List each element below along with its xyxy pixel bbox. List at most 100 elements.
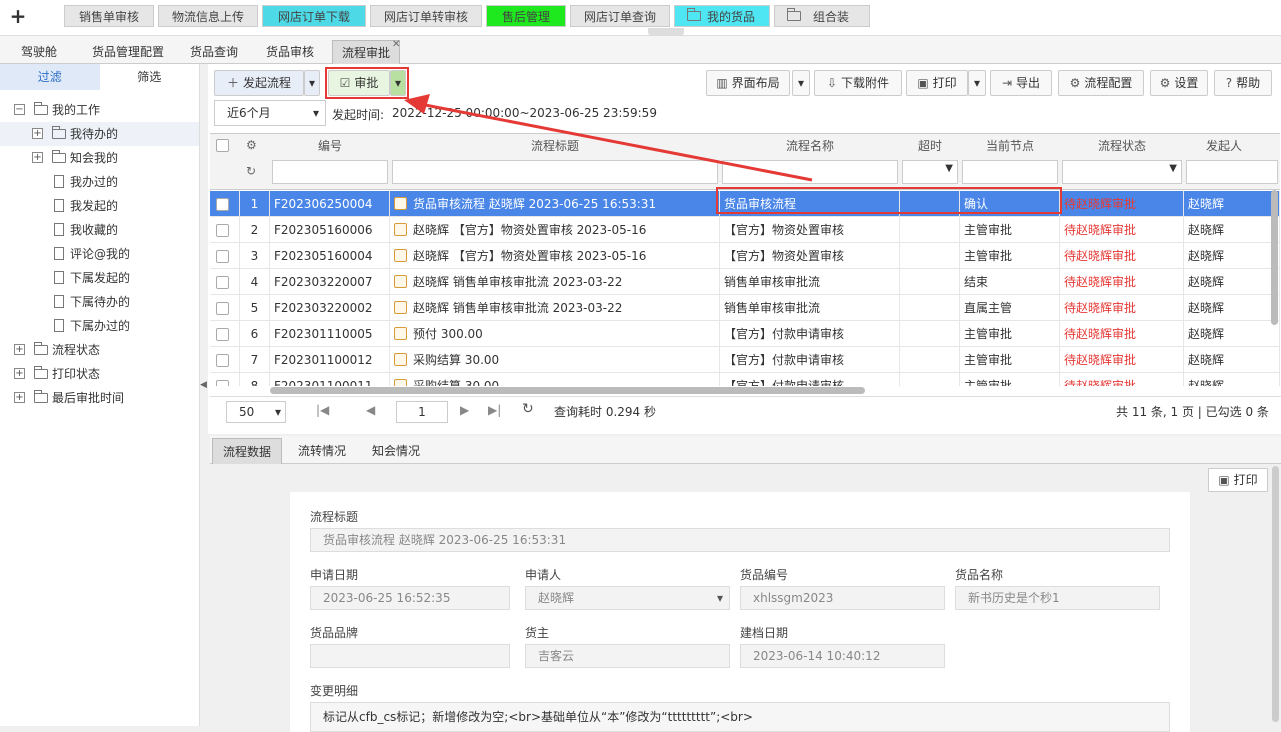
header-status[interactable]: 流程状态 (1060, 134, 1184, 158)
filter-status[interactable]: ▼ (1062, 160, 1182, 184)
expand-icon[interactable]: + (32, 128, 43, 139)
sidebar-tab-filter[interactable]: 过滤 (0, 64, 100, 90)
help-button[interactable]: ? 帮助 (1214, 70, 1272, 96)
header-initiator[interactable]: 发起人 (1184, 134, 1264, 158)
tree-item[interactable]: + 知会我的 (0, 146, 199, 170)
collapse-handle[interactable] (648, 28, 684, 36)
start-flow-dropdown[interactable]: ▾ (304, 70, 320, 96)
gear-icon[interactable]: ⚙ (246, 138, 257, 152)
tree-item[interactable]: 下属发起的 (0, 266, 199, 290)
filter-timeout[interactable]: ▼ (902, 160, 958, 184)
tab-notify[interactable]: 知会情况 (362, 438, 430, 464)
export-button[interactable]: ⇥ 导出 (990, 70, 1052, 96)
top-tab-store-review[interactable]: 网店订单转审核 (370, 5, 482, 27)
row-checkbox[interactable] (216, 250, 229, 263)
cell-title[interactable]: 采购结算 30.00 (413, 379, 499, 386)
tree-item[interactable]: 下属办过的 (0, 314, 199, 338)
horizontal-scrollbar[interactable] (270, 387, 865, 394)
tree-item[interactable]: 我办过的 (0, 170, 199, 194)
table-row[interactable]: 7 F202301100012 采购结算 30.00 【官方】付款申请审核 主管审批 待赵… (210, 347, 1280, 373)
tree-item[interactable]: + 流程状态 (0, 338, 199, 362)
cell-title[interactable]: 赵晓辉 【官方】物资处置审核 2023-05-16 (413, 223, 646, 237)
expand-icon[interactable]: + (14, 392, 25, 403)
tree-item[interactable]: 下属待办的 (0, 290, 199, 314)
tab-flow-transfer[interactable]: 流转情况 (288, 438, 356, 464)
flow-config-button[interactable]: ⚙ 流程配置 (1058, 70, 1144, 96)
top-tab-store-query[interactable]: 网店订单查询 (570, 5, 670, 27)
layout-dropdown[interactable]: ▾ (792, 70, 810, 96)
tree-item[interactable]: + 最后审批时间 (0, 386, 199, 410)
header-node[interactable]: 当前节点 (960, 134, 1060, 158)
form-print-button[interactable]: ▣ 打印 (1208, 468, 1268, 492)
cell-title[interactable]: 赵晓辉 【官方】物资处置审核 2023-05-16 (413, 249, 646, 263)
period-select[interactable]: 近6个月 ▾ (214, 100, 326, 126)
select-all-checkbox[interactable] (216, 139, 229, 152)
sidebar-tab-screen[interactable]: 筛选 (100, 64, 200, 90)
tree-item[interactable]: 我发起的 (0, 194, 199, 218)
row-checkbox[interactable] (216, 198, 229, 211)
tab-flow-approval[interactable]: 流程审批 (332, 40, 400, 64)
print-dropdown[interactable]: ▾ (968, 70, 986, 96)
settings-button[interactable]: ⚙ 设置 (1150, 70, 1208, 96)
filter-node[interactable] (962, 160, 1058, 184)
applicant-select[interactable]: 赵晓辉 ▾ (525, 586, 730, 610)
cell-title[interactable]: 货品审核流程 赵晓辉 2023-06-25 16:53:31 (413, 197, 656, 211)
next-page-icon[interactable]: ▶ (460, 403, 469, 417)
tab-goods-review[interactable]: 货品审核 (256, 40, 324, 64)
sidebar-collapse-icon[interactable]: ◀ (200, 380, 208, 410)
header-flow-name[interactable]: 流程名称 (720, 134, 900, 158)
collapse-icon[interactable]: − (14, 104, 25, 115)
header-timeout[interactable]: 超时 (900, 134, 960, 158)
expand-icon[interactable]: + (32, 152, 43, 163)
download-button[interactable]: ⇩ 下载附件 (814, 70, 902, 96)
close-tab-icon[interactable]: ✕ (392, 39, 400, 50)
row-checkbox[interactable] (216, 328, 229, 341)
created-field[interactable]: 2023-06-14 10:40:12 (740, 644, 945, 668)
start-flow-button[interactable]: ＋ 发起流程 (214, 70, 304, 96)
table-row[interactable]: 2 F202305160006 赵晓辉 【官方】物资处置审核 2023-05-16 【… (210, 217, 1280, 243)
filter-flow-name[interactable] (722, 160, 898, 184)
print-button[interactable]: ▣ 打印 (906, 70, 968, 96)
top-tab-my-goods[interactable]: 我的货品 (674, 5, 770, 27)
row-checkbox[interactable] (216, 354, 229, 367)
top-tab-combo[interactable]: 组合装 (774, 5, 870, 27)
tree-item[interactable]: 评论@我的 (0, 242, 199, 266)
cell-title[interactable]: 赵晓辉 销售单审核审批流 2023-03-22 (413, 275, 622, 289)
cell-title[interactable]: 赵晓辉 销售单审核审批流 2023-03-22 (413, 301, 622, 315)
row-checkbox[interactable] (216, 276, 229, 289)
tab-flow-data[interactable]: 流程数据 (212, 438, 282, 464)
filter-initiator[interactable] (1186, 160, 1278, 184)
top-tab-aftersale[interactable]: 售后管理 (486, 5, 566, 27)
header-code[interactable]: 编号 (270, 134, 390, 158)
page-size-select[interactable]: 50 ▾ (226, 401, 286, 423)
cell-title[interactable]: 预付 300.00 (413, 327, 483, 341)
name-field[interactable]: 新书历史是个秒1 (955, 586, 1160, 610)
prev-page-icon[interactable]: ◀ (366, 403, 375, 417)
add-tab-icon[interactable]: + (8, 6, 28, 26)
top-tab-sales-review[interactable]: 销售单审核 (64, 5, 154, 27)
top-tab-logistics[interactable]: 物流信息上传 (158, 5, 258, 27)
table-row[interactable]: 8 F202301100011 采购结算 30.00 【官方】付款申请审核 主管审批 待赵… (210, 373, 1280, 386)
header-title[interactable]: 流程标题 (390, 134, 720, 158)
refresh-icon[interactable]: ↻ (522, 401, 534, 417)
row-checkbox[interactable] (216, 224, 229, 237)
detail-field[interactable]: 标记从cfb_cs标记；新增修改为空;<br>基础单位从“本”修改为“ttttt… (310, 702, 1170, 732)
tree-item[interactable]: + 我待办的 (0, 122, 199, 146)
vertical-scrollbar-lower[interactable] (1272, 466, 1279, 722)
owner-field[interactable]: 吉客云 (525, 644, 730, 668)
page-input[interactable]: 1 (396, 401, 448, 423)
table-row[interactable]: 3 F202305160004 赵晓辉 【官方】物资处置审核 2023-05-16 【… (210, 243, 1280, 269)
code-field[interactable]: xhlssgm2023 (740, 586, 945, 610)
row-checkbox[interactable] (216, 380, 229, 386)
cell-title[interactable]: 采购结算 30.00 (413, 353, 499, 367)
tree-item[interactable]: 我收藏的 (0, 218, 199, 242)
tab-goods-config[interactable]: 货品管理配置 (80, 40, 176, 64)
last-page-icon[interactable]: ▶| (488, 403, 501, 417)
title-field[interactable]: 货品审核流程 赵晓辉 2023-06-25 16:53:31 (310, 528, 1170, 552)
date-field[interactable]: 2023-06-25 16:52:35 (310, 586, 510, 610)
expand-icon[interactable]: + (14, 344, 25, 355)
tree-item[interactable]: − 我的工作 (0, 98, 199, 122)
top-tab-store-download[interactable]: 网店订单下载 (262, 5, 366, 27)
table-row[interactable]: 5 F202303220002 赵晓辉 销售单审核审批流 2023-03-22 销售单… (210, 295, 1280, 321)
tab-cockpit[interactable]: 驾驶舱 (6, 40, 72, 64)
